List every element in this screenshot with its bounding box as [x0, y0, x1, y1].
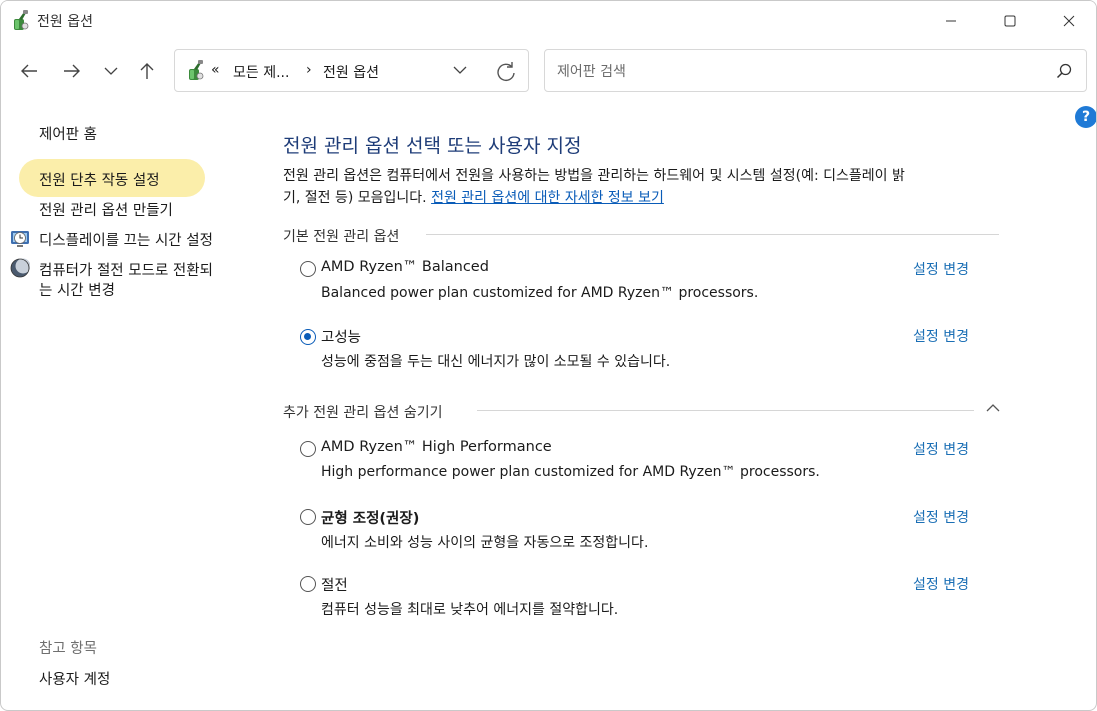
arrow-right-icon [64, 64, 80, 78]
maximize-button[interactable] [987, 1, 1033, 41]
plan-name-amd-high-performance[interactable]: AMD Ryzen™ High Performance [321, 439, 552, 455]
sidebar-item-sleep-time[interactable]: 컴퓨터가 절전 모드로 전환되 [39, 259, 213, 280]
moon-icon [10, 258, 30, 278]
help-icon[interactable]: ? [1075, 106, 1096, 128]
description-line-1: 전원 관리 옵션은 컴퓨터에서 전원을 사용하는 방법을 관리하는 하드웨어 및… [283, 168, 905, 184]
plan-name-power-saver[interactable]: 절전 [321, 574, 348, 595]
close-icon [1063, 15, 1075, 27]
power-options-app-icon [14, 10, 29, 30]
address-bar[interactable]: « 모든 제... › 전원 옵션 [174, 49, 529, 92]
extra-plans-divider [477, 410, 974, 411]
forward-button[interactable] [60, 59, 84, 83]
breadcrumb-separator[interactable]: › [306, 62, 312, 78]
plan-name-balanced[interactable]: 균형 조정(권장) [321, 507, 419, 528]
change-settings-link-balanced[interactable]: 설정 변경 [913, 507, 969, 527]
maximize-icon [1004, 15, 1016, 27]
search-icon[interactable] [1056, 63, 1072, 79]
arrow-left-icon [21, 64, 37, 78]
refresh-icon[interactable] [495, 61, 517, 83]
title-bar: 전원 옵션 [1, 1, 1096, 41]
sidebar-item-display-off-time[interactable]: 디스플레이를 끄는 시간 설정 [39, 229, 213, 250]
breadcrumb-power-options[interactable]: 전원 옵션 [323, 62, 379, 82]
breadcrumb-overflow[interactable]: « [211, 62, 220, 78]
plan-radio-high-performance[interactable] [300, 329, 316, 345]
change-settings-link-amd-high-performance[interactable]: 설정 변경 [913, 439, 969, 459]
chevron-down-icon [104, 67, 118, 75]
minimize-button[interactable] [928, 1, 974, 41]
plan-desc-power-saver: 컴퓨터 성능을 최대로 낮추어 에너지를 절약합니다. [321, 602, 619, 618]
plan-radio-amd-high-performance[interactable] [300, 441, 316, 457]
plan-radio-balanced[interactable] [300, 509, 316, 525]
back-button[interactable] [17, 59, 41, 83]
plan-name-high-performance[interactable]: 고성능 [321, 326, 361, 347]
plan-desc-balanced: 에너지 소비와 성능 사이의 균형을 자동으로 조정합니다. [321, 535, 649, 551]
search-box[interactable] [544, 49, 1087, 92]
plan-desc-high-performance: 성능에 중점을 두는 대신 에너지가 많이 소모될 수 있습니다. [321, 354, 671, 370]
search-input[interactable] [555, 60, 1029, 84]
plan-name-amd-balanced[interactable]: AMD Ryzen™ Balanced [321, 259, 489, 275]
power-options-location-icon [189, 60, 204, 80]
close-button[interactable] [1046, 1, 1092, 41]
see-also-heading: 참고 항목 [39, 641, 97, 657]
basic-plans-divider [426, 234, 999, 235]
plan-desc-amd-balanced: Balanced power plan customized for AMD R… [321, 285, 759, 301]
change-settings-link-power-saver[interactable]: 설정 변경 [913, 574, 969, 594]
monitor-clock-icon [11, 231, 29, 247]
arrow-up-icon [140, 63, 154, 79]
sidebar-item-power-button-settings[interactable]: 전원 단추 작동 설정 [39, 169, 160, 190]
change-settings-link-high-performance[interactable]: 설정 변경 [913, 326, 969, 346]
extra-plans-heading[interactable]: 추가 전원 관리 옵션 숨기기 [283, 402, 442, 422]
sidebar-item-sleep-time-line2[interactable]: 는 시간 변경 [39, 279, 115, 300]
more-info-link[interactable]: 전원 관리 옵션에 대한 자세한 정보 보기 [431, 190, 664, 206]
breadcrumb-all-control-panel[interactable]: 모든 제... [233, 62, 289, 82]
user-accounts-link[interactable]: 사용자 계정 [39, 668, 110, 689]
plan-radio-power-saver[interactable] [300, 576, 316, 592]
minimize-icon [946, 20, 956, 22]
address-dropdown-icon[interactable] [452, 64, 468, 76]
description-line-2: 기, 절전 등) 모음입니다. 전원 관리 옵션에 대한 자세한 정보 보기 [283, 187, 1003, 209]
chevron-up-icon[interactable] [986, 403, 1000, 413]
description-line-2-text: 기, 절전 등) 모음입니다. [283, 190, 427, 206]
up-button[interactable] [135, 59, 159, 83]
plan-desc-amd-high-performance: High performance power plan customized f… [321, 464, 820, 480]
page-title: 전원 관리 옵션 선택 또는 사용자 지정 [283, 135, 582, 157]
sidebar-item-create-power-plan[interactable]: 전원 관리 옵션 만들기 [39, 199, 173, 220]
basic-plans-heading: 기본 전원 관리 옵션 [283, 229, 400, 245]
power-options-window: 전원 옵션 « 모든 제... › 전원 옵션 제어판 검색 ? 제어판 홈 전… [0, 0, 1097, 711]
recent-locations-button[interactable] [99, 59, 123, 83]
page-description: 전원 관리 옵션은 컴퓨터에서 전원을 사용하는 방법을 관리하는 하드웨어 및… [283, 165, 1003, 209]
change-settings-link-amd-balanced[interactable]: 설정 변경 [913, 259, 969, 279]
window-title: 전원 옵션 [37, 14, 93, 30]
control-panel-home-link[interactable]: 제어판 홈 [39, 123, 97, 144]
plan-radio-amd-balanced[interactable] [300, 261, 316, 277]
